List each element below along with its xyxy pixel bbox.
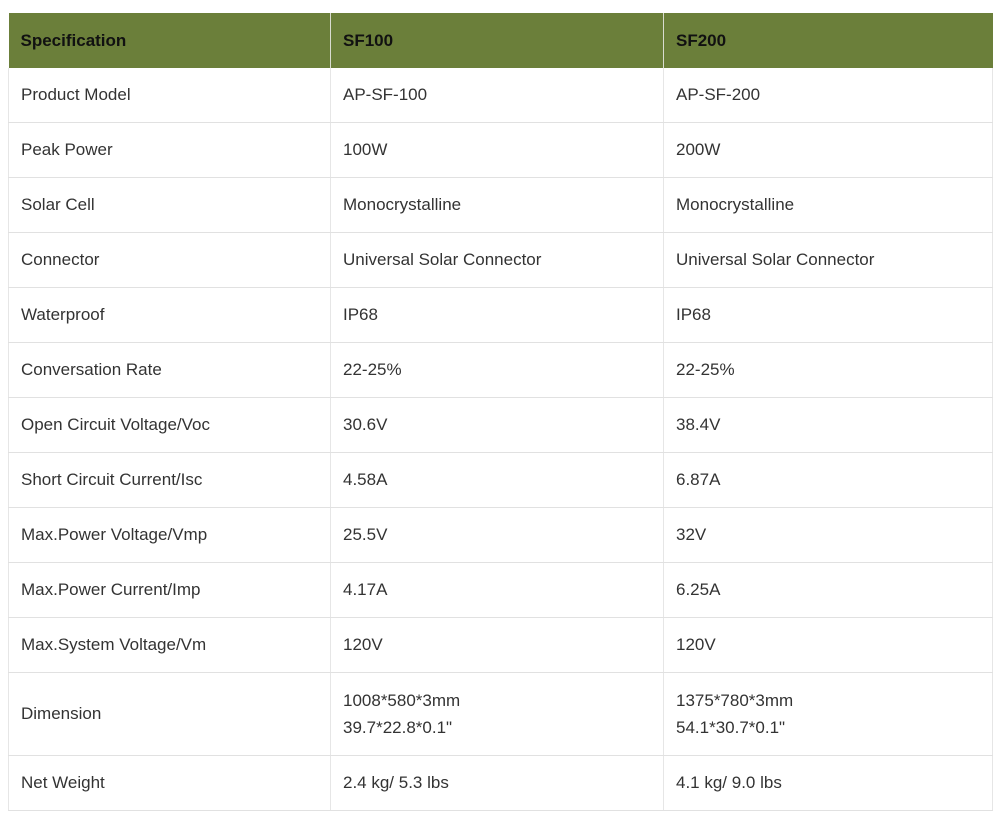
sf100-value: 100W	[330, 122, 664, 178]
sf100-value: AP-SF-100	[330, 68, 664, 123]
table-row: Connector Universal Solar Connector Univ…	[8, 232, 993, 288]
sf200-value: IP68	[663, 287, 993, 343]
sf100-value: 30.6V	[330, 397, 664, 453]
sf100-value: Universal Solar Connector	[330, 232, 664, 288]
spec-label: Dimension	[8, 672, 331, 756]
table-row: Max.Power Voltage/Vmp 25.5V 32V	[8, 507, 993, 563]
table-row: Max.Power Current/Imp 4.17A 6.25A	[8, 562, 993, 618]
table-row: Product Model AP-SF-100 AP-SF-200	[8, 68, 993, 123]
spec-label: Net Weight	[8, 755, 331, 811]
sf200-value: 1375*780*3mm 54.1*30.7*0.1"	[663, 672, 993, 756]
sf100-value: IP68	[330, 287, 664, 343]
spec-label: Open Circuit Voltage/Voc	[8, 397, 331, 453]
table-row: Dimension 1008*580*3mm 39.7*22.8*0.1" 13…	[8, 672, 993, 756]
table-row: Peak Power 100W 200W	[8, 122, 993, 178]
spec-label: Product Model	[8, 68, 331, 123]
sf100-value: 4.17A	[330, 562, 664, 618]
sf200-value: 6.25A	[663, 562, 993, 618]
table-row: Open Circuit Voltage/Voc 30.6V 38.4V	[8, 397, 993, 453]
spec-table: Specification SF100 SF200 Product Model …	[8, 13, 993, 811]
sf200-value: 38.4V	[663, 397, 993, 453]
sf200-value: 4.1 kg/ 9.0 lbs	[663, 755, 993, 811]
table-row: Solar Cell Monocrystalline Monocrystalli…	[8, 177, 993, 233]
spec-label: Waterproof	[8, 287, 331, 343]
sf100-value: Monocrystalline	[330, 177, 664, 233]
table-row: Max.System Voltage/Vm 120V 120V	[8, 617, 993, 673]
sf200-value: Monocrystalline	[663, 177, 993, 233]
sf100-value: 1008*580*3mm 39.7*22.8*0.1"	[330, 672, 664, 756]
sf200-value: AP-SF-200	[663, 68, 993, 123]
table-body: Product Model AP-SF-100 AP-SF-200 Peak P…	[8, 68, 993, 811]
spec-label: Max.System Voltage/Vm	[8, 617, 331, 673]
spec-label: Short Circuit Current/Isc	[8, 452, 331, 508]
sf100-dimension-imperial: 39.7*22.8*0.1"	[343, 718, 453, 737]
table-row: Waterproof IP68 IP68	[8, 287, 993, 343]
table-header: Specification SF100 SF200	[8, 13, 993, 68]
spec-label: Max.Power Current/Imp	[8, 562, 331, 618]
sf200-dimension-imperial: 54.1*30.7*0.1"	[676, 718, 786, 737]
table-row: Short Circuit Current/Isc 4.58A 6.87A	[8, 452, 993, 508]
table-row: Conversation Rate 22-25% 22-25%	[8, 342, 993, 398]
sf100-value: 22-25%	[330, 342, 664, 398]
sf200-dimension-metric: 1375*780*3mm	[676, 690, 794, 710]
sf100-dimension-metric: 1008*580*3mm	[343, 690, 461, 710]
spec-label: Peak Power	[8, 122, 331, 178]
spec-label: Connector	[8, 232, 331, 288]
sf100-value: 4.58A	[330, 452, 664, 508]
header-specification: Specification	[8, 13, 331, 68]
spec-label: Solar Cell	[8, 177, 331, 233]
header-sf200: SF200	[663, 13, 993, 68]
spec-label: Max.Power Voltage/Vmp	[8, 507, 331, 563]
sf200-value: 200W	[663, 122, 993, 178]
header-sf100: SF100	[330, 13, 664, 68]
spec-label: Conversation Rate	[8, 342, 331, 398]
table-row: Net Weight 2.4 kg/ 5.3 lbs 4.1 kg/ 9.0 l…	[8, 755, 993, 811]
sf200-value: 120V	[663, 617, 993, 673]
sf200-value: 6.87A	[663, 452, 993, 508]
sf100-value: 25.5V	[330, 507, 664, 563]
sf100-value: 2.4 kg/ 5.3 lbs	[330, 755, 664, 811]
sf200-value: Universal Solar Connector	[663, 232, 993, 288]
sf200-value: 32V	[663, 507, 993, 563]
header-row: Specification SF100 SF200	[8, 13, 993, 68]
sf200-value: 22-25%	[663, 342, 993, 398]
sf100-value: 120V	[330, 617, 664, 673]
